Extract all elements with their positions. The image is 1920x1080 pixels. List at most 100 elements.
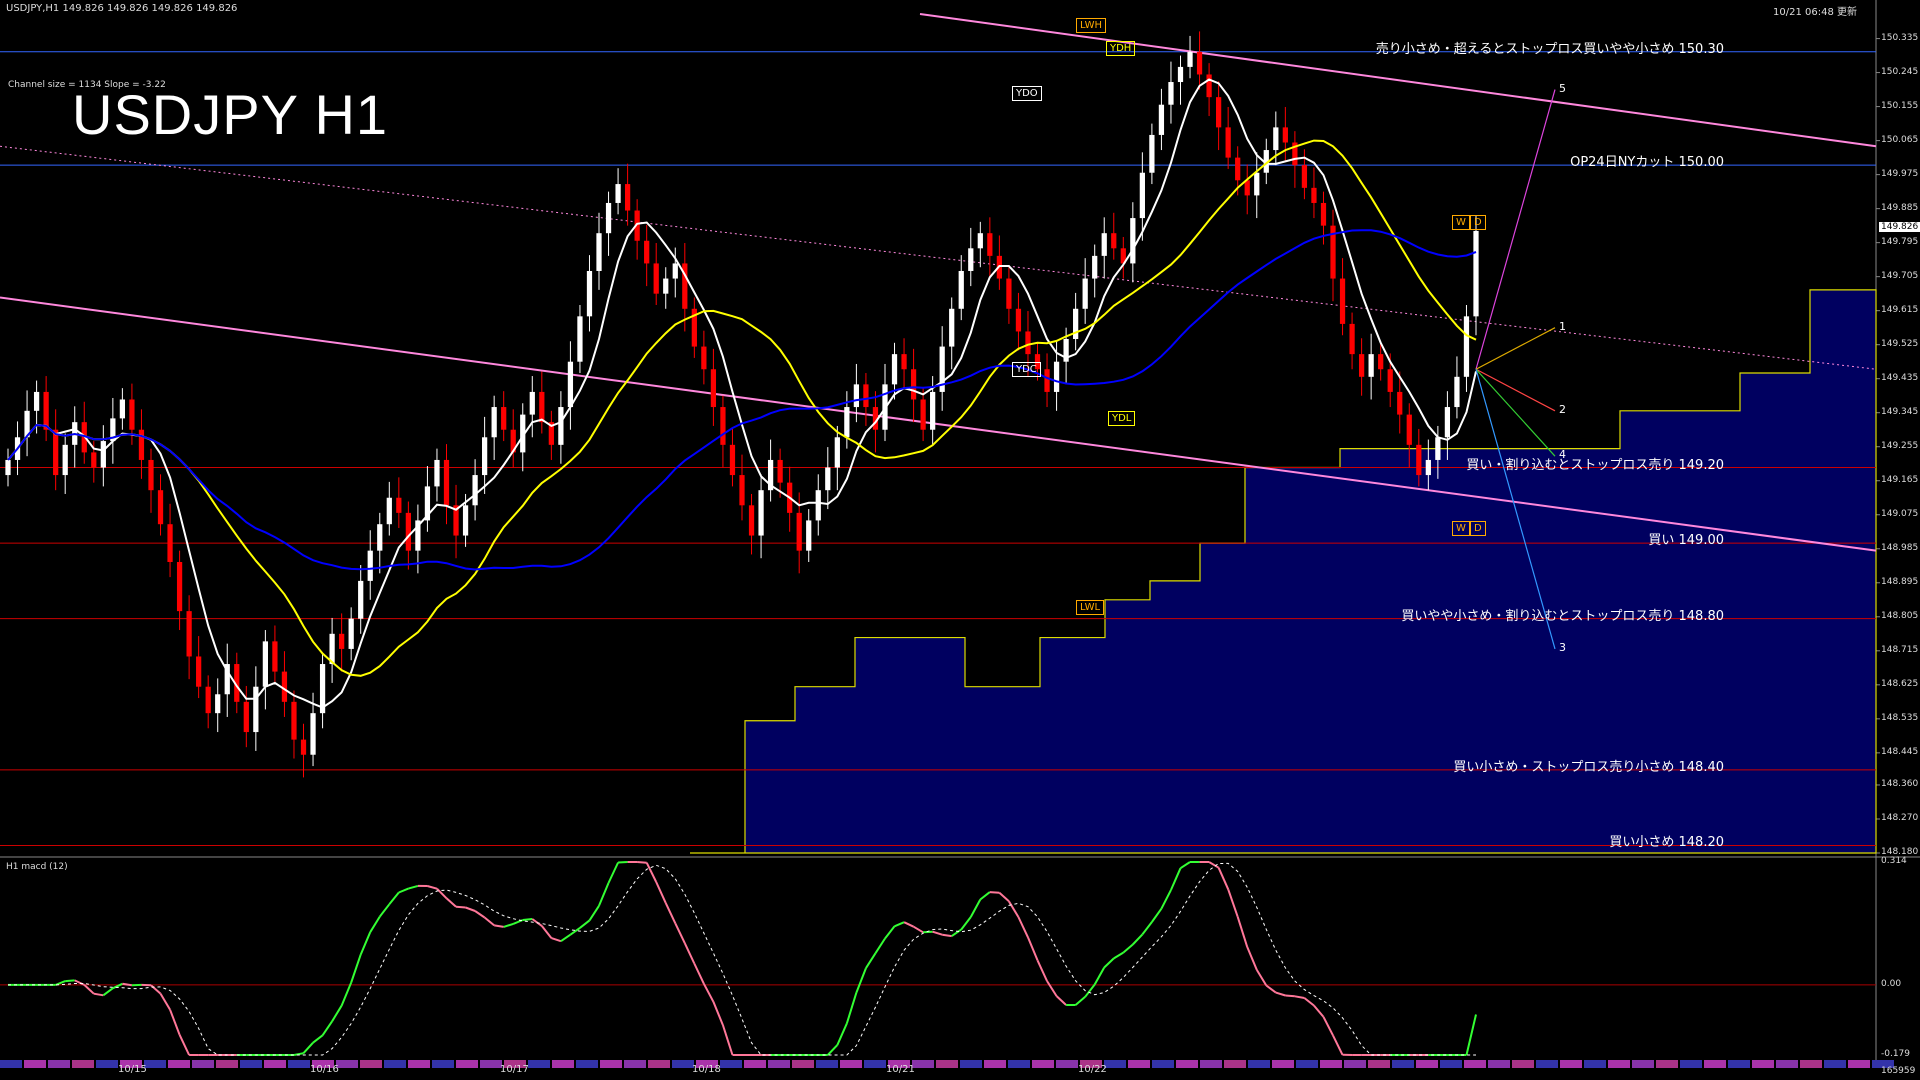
date-strip-block [96,1060,118,1068]
candle-body [1425,459,1431,476]
marker-label: W [1452,214,1470,230]
date-strip-block [648,1060,670,1068]
date-strip-block [672,1060,694,1068]
date-strip-block [1560,1060,1582,1068]
candle-body [1196,51,1203,75]
date-strip-block [216,1060,238,1068]
date-label: 10/15 [118,1064,147,1075]
price-tick-label: 149.435 [1881,372,1919,383]
candle-body [1349,323,1355,355]
candle-body [777,459,783,483]
candle-body [196,656,202,687]
date-strip-block [1248,1060,1270,1068]
candle-body [1454,376,1460,408]
date-strip-block [360,1060,382,1068]
date-strip-block [1584,1060,1606,1068]
candle-body [1282,127,1288,143]
candle-body [1273,127,1279,151]
candle-body [339,633,345,649]
marker-label: W [1452,520,1470,536]
date-strip-block [984,1060,1006,1068]
candle-body [834,437,840,468]
candle-body [501,407,507,430]
date-strip-block [1848,1060,1870,1068]
date-strip-block [1032,1060,1054,1068]
date-label: 10/22 [1078,1064,1107,1075]
candle-body [825,467,831,491]
candle-body [529,391,535,415]
price-level-label: 買い小さめ・ストップロス売り小さめ 148.40 [1453,759,1724,775]
marker-label: D [1470,520,1486,536]
price-tick-label: 149.525 [1881,338,1919,349]
candle-body [1053,361,1060,392]
marker-label: D [1470,214,1486,230]
date-strip-block [1752,1060,1774,1068]
candle-body [167,524,173,562]
candle-body [672,263,678,279]
date-strip-block [1224,1060,1246,1068]
candle-body [1006,278,1012,309]
price-tick-label: 149.795 [1881,236,1919,247]
date-strip-block [552,1060,574,1068]
candle-body [815,490,821,521]
price-tick-label: 148.985 [1881,542,1919,553]
candle-body [215,694,221,714]
candle-body [1187,51,1193,67]
candle-body [1130,218,1136,264]
price-tick-label: 148.535 [1881,712,1919,723]
date-strip-block [1776,1060,1798,1068]
price-tick-label: 150.245 [1881,66,1919,77]
symbol-info: USDJPY,H1 149.826 149.826 149.826 149.82… [6,3,238,14]
candle-body [291,701,297,740]
candle-body [863,384,869,408]
candle-body [1206,74,1212,98]
candle-body [710,369,717,408]
candle-body [1473,230,1479,317]
candle-body [1397,391,1403,415]
candle-body [1339,278,1346,324]
candle-body [596,233,602,271]
price-tick-label: 148.805 [1881,610,1919,621]
macd-line-segment [942,933,952,938]
candle-body [586,270,593,317]
candle-body [62,444,68,476]
candle-body [653,263,659,294]
scenario-label: 5 [1559,81,1566,95]
candle-body [1139,172,1145,219]
candle-body [138,429,145,460]
date-strip-block [1416,1060,1438,1068]
candle-body [739,475,745,506]
candle-body [720,407,726,445]
candle-body [1101,233,1107,256]
candle-body [157,490,164,525]
candle-body [5,459,11,476]
date-strip-block [816,1060,838,1068]
price-tick-label: 148.625 [1881,678,1919,689]
date-strip-block [1656,1060,1678,1068]
candle-body [1216,97,1222,128]
candle-body [281,671,288,702]
candle-body [539,391,545,423]
candle-body [930,391,936,430]
candle-body [615,184,621,203]
candle-body [396,497,402,513]
date-strip [0,1060,1894,1068]
date-strip-block [1704,1060,1726,1068]
candle-body [119,399,126,419]
candle-body [129,399,135,430]
price-tick-label: 149.615 [1881,304,1919,315]
candle-body [272,641,278,672]
candle-body [1435,437,1441,460]
current-price-tag: 149.826 [1879,222,1920,232]
candle-body [1111,233,1117,249]
date-strip-block [240,1060,262,1068]
date-strip-block [72,1060,94,1068]
candle-body [644,240,650,264]
candle-body [1177,66,1184,83]
candle-body [1368,354,1374,377]
date-strip-block [480,1060,502,1068]
macd-line-segment [522,918,533,921]
date-strip-block [768,1060,790,1068]
candle-body [1254,172,1260,196]
date-strip-block [1536,1060,1558,1068]
